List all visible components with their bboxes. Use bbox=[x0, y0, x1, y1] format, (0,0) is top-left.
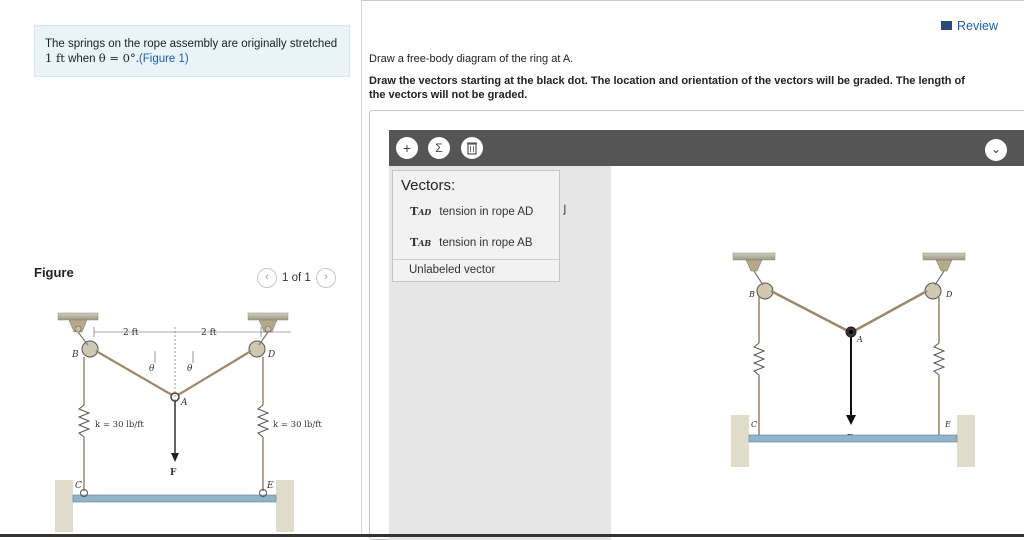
ceiling-mount-right bbox=[247, 312, 289, 333]
canvas-label-d: D bbox=[945, 290, 953, 299]
vector-desc: tension in rope AD bbox=[439, 206, 534, 218]
canvas-ground-left bbox=[731, 415, 749, 467]
vector-symbol: TAB bbox=[410, 236, 432, 249]
instruction-text: Draw a free-body diagram of the ring at … bbox=[369, 53, 574, 65]
trash-icon bbox=[467, 142, 477, 155]
dim-label-left: 2 ft bbox=[123, 328, 139, 338]
review-label: Review bbox=[957, 19, 998, 33]
menu-separator bbox=[393, 259, 559, 260]
canvas-figure: A F B D C E bbox=[711, 245, 994, 475]
pulley-b bbox=[81, 340, 99, 358]
spring-constant-left: k = 30 lb/ft bbox=[95, 420, 144, 430]
vectors-menu: Vectors: TAD tension in rope AD TAB tensio… bbox=[392, 170, 560, 282]
label-c: C bbox=[75, 481, 82, 491]
spring-right bbox=[256, 404, 270, 438]
canvas-label-e: E bbox=[944, 420, 951, 429]
spring-left bbox=[77, 404, 91, 438]
ceiling-mount-left bbox=[57, 312, 99, 333]
problem-text: The springs on the rope assembly are ori… bbox=[45, 38, 338, 50]
menu-overflow-mark: ⌋ bbox=[562, 204, 567, 216]
label-a: A bbox=[180, 398, 188, 408]
unlabeled-vector-item[interactable]: Unlabeled vector bbox=[409, 264, 495, 276]
theta-label-left: θ bbox=[149, 364, 155, 374]
problem-statement: The springs on the rope assembly are ori… bbox=[34, 25, 350, 77]
problem-distance: 1 ft bbox=[45, 51, 65, 65]
spring-constant-right: k = 30 lb/ft bbox=[273, 420, 322, 430]
canvas-pulley-b bbox=[756, 282, 774, 300]
canvas-label-b: B bbox=[748, 290, 755, 299]
problem-theta: θ = 0° bbox=[98, 51, 136, 65]
vector-desc: tension in rope AB bbox=[439, 237, 533, 249]
black-dot[interactable] bbox=[849, 330, 853, 334]
force-f-arrowhead bbox=[171, 453, 179, 462]
figure-prev-button[interactable]: ‹ bbox=[257, 268, 277, 288]
ground-left bbox=[55, 480, 73, 532]
vector-symbol: TAD bbox=[410, 205, 432, 218]
vectors-menu-title: Vectors: bbox=[401, 177, 456, 194]
label-f: F bbox=[170, 468, 177, 478]
theta-label-right: θ bbox=[187, 364, 193, 374]
canvas-label-c: C bbox=[751, 420, 757, 429]
vector-item-tad[interactable]: TAD tension in rope AD bbox=[410, 205, 533, 218]
canvas-base-bar bbox=[748, 434, 958, 443]
figure-link[interactable]: (Figure 1) bbox=[139, 53, 189, 65]
figure-image: 2 ft 2 ft θ θ A F B D k = 30 lb/ft k = 3… bbox=[55, 312, 322, 532]
ground-right bbox=[276, 480, 294, 532]
drawing-toolbar: + Σ bbox=[389, 130, 1024, 166]
review-icon bbox=[941, 21, 952, 30]
sum-button[interactable]: Σ bbox=[428, 137, 450, 159]
add-vector-button[interactable]: + bbox=[396, 137, 418, 159]
canvas-pulley-d bbox=[924, 282, 942, 300]
canvas-label-a: A bbox=[856, 335, 863, 344]
problem-when: when bbox=[68, 53, 96, 65]
label-d: D bbox=[267, 350, 275, 360]
trash-button[interactable] bbox=[461, 137, 483, 159]
figure-next-button[interactable]: › bbox=[315, 268, 336, 288]
canvas-ground-right bbox=[957, 415, 975, 467]
label-b: B bbox=[71, 350, 79, 360]
figure-counter: 1 of 1 bbox=[282, 272, 311, 284]
panel-divider bbox=[361, 0, 362, 537]
instruction-bold-text: Draw the vectors starting at the black d… bbox=[369, 75, 965, 101]
label-e: E bbox=[266, 481, 274, 491]
figure-navigation: ‹ 1 of 1 › bbox=[257, 268, 336, 288]
vector-item-tab[interactable]: TAB tension in rope AB bbox=[410, 236, 533, 249]
figure-heading: Figure bbox=[34, 265, 74, 280]
dropdown-chevron-icon[interactable]: ⌄ bbox=[985, 139, 1007, 161]
pulley-d bbox=[248, 340, 266, 358]
rope-ab bbox=[95, 350, 173, 396]
review-link[interactable]: Review bbox=[941, 19, 998, 33]
base-bar bbox=[72, 494, 277, 503]
dim-label-right: 2 ft bbox=[201, 328, 217, 338]
